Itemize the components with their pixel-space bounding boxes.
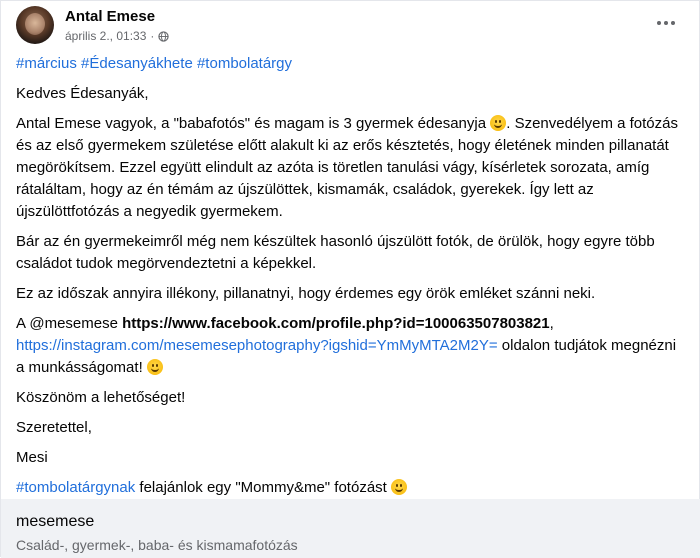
hashtag-marcius[interactable]: #március — [16, 55, 77, 72]
post-body: #március #Édesanyákhete #tombolatárgy Ke… — [16, 53, 681, 507]
hashtag-edesanyakhete[interactable]: #Édesanyákhete — [81, 55, 193, 72]
hashtag-line: #március #Édesanyákhete #tombolatárgy — [16, 53, 681, 75]
paragraph-3: Ez az időszak annyira illékony, pillanat… — [16, 285, 596, 302]
link-preview-subtitle: Család-, gyermek-, baba- és kismamafotóz… — [16, 537, 298, 553]
smiling-face-emoji — [391, 479, 407, 495]
globe-icon[interactable] — [158, 30, 170, 42]
hashtag-tombolatargynak[interactable]: #tombolatárgynak — [16, 479, 135, 496]
regards-text: Szeretettel, — [16, 419, 92, 436]
post-meta: április 2., 01:33 · — [65, 29, 170, 43]
thanks-text: Köszönöm a lehetőséget! — [16, 389, 186, 406]
hashtag-tombolatargy[interactable]: #tombolatárgy — [197, 55, 292, 72]
more-options-icon[interactable] — [654, 13, 678, 33]
author-name[interactable]: Antal Emese — [65, 8, 155, 25]
facebook-url-text: https://www.facebook.com/profile.php?id=… — [122, 315, 550, 332]
offer-paragraph: #tombolatárgynak felajánlok egy "Mommy&m… — [16, 477, 681, 499]
avatar[interactable] — [16, 6, 54, 44]
link-preview-title[interactable]: mesemese — [16, 513, 94, 531]
post-card: Antal Emese április 2., 01:33 · #március… — [0, 0, 700, 558]
post-header: Antal Emese április 2., 01:33 · — [16, 3, 686, 47]
smiling-face-emoji — [490, 115, 507, 131]
instagram-link[interactable]: https://instagram.com/mesemesephotograph… — [16, 337, 498, 354]
signature-text: Mesi — [16, 449, 48, 466]
meta-separator: · — [150, 29, 155, 43]
links-paragraph: A @mesemese https://www.facebook.com/pro… — [16, 315, 677, 376]
paragraph-2: Bár az én gyermekeimről még nem készülte… — [16, 233, 655, 272]
greeting-text: Kedves Édesanyák, — [16, 85, 149, 102]
smiling-face-emoji — [146, 359, 163, 375]
post-timestamp[interactable]: április 2., 01:33 — [65, 29, 146, 43]
intro-paragraph: Antal Emese vagyok, a "babafotós" és mag… — [16, 115, 678, 220]
link-preview[interactable]: mesemese Család-, gyermek-, baba- és kis… — [1, 499, 700, 558]
